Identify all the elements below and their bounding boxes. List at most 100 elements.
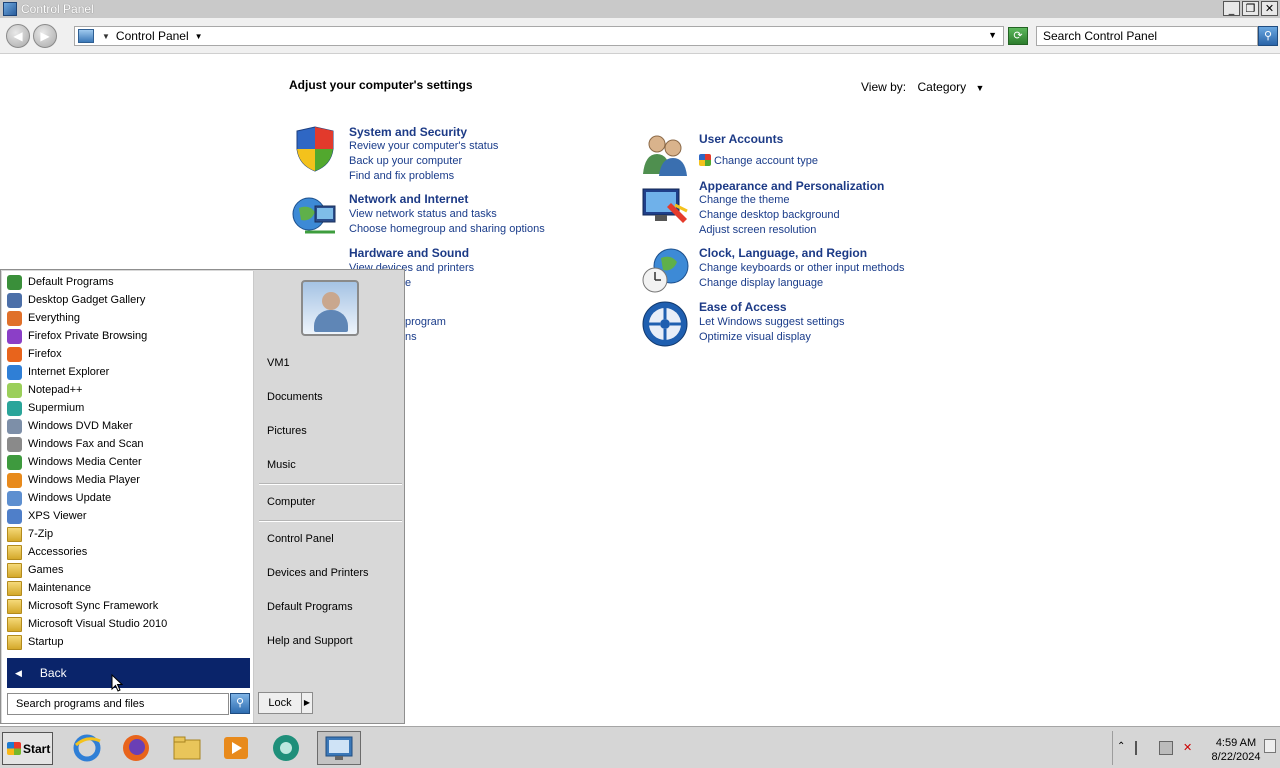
right-link-help-support[interactable]: Help and Support	[267, 635, 353, 647]
program-item[interactable]: Windows Media Player	[7, 471, 140, 489]
internet-explorer-icon[interactable]	[70, 731, 104, 765]
control-panel-icon[interactable]	[317, 731, 361, 765]
search-button[interactable]: ⚲	[1258, 26, 1278, 46]
program-item[interactable]: Windows DVD Maker	[7, 417, 133, 435]
category-link-label[interactable]: Change account type	[714, 155, 818, 167]
program-item[interactable]: Startup	[7, 633, 63, 651]
category-link[interactable]: Find and fix problems	[349, 170, 454, 182]
program-item[interactable]: Games	[7, 561, 63, 579]
category-link[interactable]: View network status and tasks	[349, 208, 497, 220]
category-title[interactable]: User Accounts	[699, 132, 783, 146]
program-item[interactable]: Firefox	[7, 345, 62, 363]
right-link-pictures[interactable]: Pictures	[267, 425, 307, 437]
program-item[interactable]: Windows Fax and Scan	[7, 435, 144, 453]
clock[interactable]: 4:59 AM 8/22/2024	[1209, 736, 1263, 764]
category-link[interactable]: Choose homegroup and sharing options	[349, 223, 545, 235]
hidden-link-fragment[interactable]: program	[405, 316, 446, 328]
program-item[interactable]: Everything	[7, 309, 80, 327]
program-item[interactable]: Default Programs	[7, 273, 114, 291]
category-link[interactable]: Change account type	[699, 154, 818, 167]
action-center-flag-icon[interactable]	[1135, 741, 1149, 755]
breadcrumb-arrow-icon[interactable]: ▼	[102, 32, 110, 41]
category-title[interactable]: Clock, Language, and Region	[699, 246, 867, 260]
view-by-select[interactable]: Category	[917, 80, 966, 94]
shutdown-options-arrow-icon[interactable]: ▶	[301, 692, 313, 714]
program-item[interactable]: Desktop Gadget Gallery	[7, 291, 145, 309]
address-history-dropdown[interactable]: ▼	[988, 30, 997, 40]
program-label: Microsoft Sync Framework	[28, 600, 159, 612]
show-hidden-icons-icon[interactable]: ⌃	[1117, 741, 1131, 755]
clock-date: 8/22/2024	[1211, 751, 1261, 763]
right-link-control-panel[interactable]: Control Panel	[267, 533, 334, 545]
search-programs-input[interactable]: Search programs and files	[7, 693, 229, 715]
program-item[interactable]: Windows Update	[7, 489, 111, 507]
window-title: Control Panel	[21, 2, 94, 16]
program-label: Internet Explorer	[28, 366, 110, 378]
firefox-icon[interactable]	[119, 731, 153, 765]
category-link[interactable]: Back up your computer	[349, 155, 462, 167]
network-icon[interactable]	[1159, 741, 1173, 755]
category-title[interactable]: Ease of Access	[699, 300, 787, 314]
hidden-link-fragment[interactable]: ns	[405, 331, 417, 343]
back-button[interactable]: ◀ Back	[7, 658, 250, 688]
hidden-link-fragment[interactable]: e	[405, 277, 411, 289]
program-icon	[7, 382, 22, 398]
category-title[interactable]: System and Security	[349, 125, 467, 139]
category-title[interactable]: Hardware and Sound	[349, 246, 469, 260]
category-link[interactable]: Change keyboards or other input methods	[699, 262, 904, 274]
category-link[interactable]: Change desktop background	[699, 209, 840, 221]
search-input[interactable]: Search Control Panel	[1036, 26, 1258, 46]
program-item[interactable]: Windows Media Center	[7, 453, 142, 471]
back-label: Back	[39, 666, 67, 680]
category-title[interactable]: Network and Internet	[349, 192, 468, 206]
file-explorer-icon[interactable]	[170, 731, 204, 765]
search-icon[interactable]: ⚲	[230, 693, 250, 714]
category-link[interactable]: Adjust screen resolution	[699, 224, 816, 236]
program-label: Default Programs	[28, 276, 114, 288]
program-item[interactable]: Internet Explorer	[7, 363, 109, 381]
avatar-head	[322, 292, 340, 310]
program-item[interactable]: Microsoft Visual Studio 2010	[7, 615, 167, 633]
right-link-devices-printers[interactable]: Devices and Printers	[267, 567, 369, 579]
category-link[interactable]: Review your computer's status	[349, 140, 498, 152]
category-link[interactable]: Change the theme	[699, 194, 790, 206]
category-title[interactable]: Appearance and Personalization	[699, 179, 884, 193]
program-item[interactable]: Notepad++	[7, 381, 82, 399]
address-bar[interactable]: ▼ Control Panel ▼ ▼	[74, 26, 1004, 46]
supermium-icon[interactable]	[269, 731, 303, 765]
program-icon	[7, 472, 22, 488]
monitor-paint-icon	[642, 188, 688, 223]
close-button[interactable]: ✕	[1261, 1, 1278, 16]
program-item[interactable]: Supermium	[7, 399, 84, 417]
chevron-down-icon[interactable]: ▼	[976, 83, 985, 93]
category-link[interactable]: Optimize visual display	[699, 331, 811, 343]
program-item[interactable]: Microsoft Sync Framework	[7, 597, 158, 615]
category-link[interactable]: Let Windows suggest settings	[699, 316, 845, 328]
refresh-button[interactable]: ⟳	[1008, 27, 1028, 45]
restore-button[interactable]: ❐	[1242, 1, 1259, 16]
show-desktop-button[interactable]	[1264, 739, 1276, 753]
category-system-security: System and Security Review your computer…	[291, 125, 591, 185]
breadcrumb-control-panel[interactable]: Control Panel	[116, 29, 189, 43]
program-item[interactable]: Maintenance	[7, 579, 91, 597]
start-button[interactable]: Start	[2, 732, 53, 765]
clock-time: 4:59 AM	[1215, 737, 1257, 749]
right-link-default-programs[interactable]: Default Programs	[267, 601, 353, 613]
right-link-documents[interactable]: Documents	[267, 391, 323, 403]
user-avatar[interactable]	[301, 280, 359, 336]
category-link[interactable]: Change display language	[699, 277, 823, 289]
media-player-icon[interactable]	[219, 731, 253, 765]
program-item[interactable]: 7-Zip	[7, 525, 53, 543]
right-link-music[interactable]: Music	[267, 459, 296, 471]
right-link-computer[interactable]: Computer	[267, 496, 315, 508]
program-item[interactable]: Accessories	[7, 543, 87, 561]
lock-button[interactable]: Lock	[258, 692, 302, 714]
right-link-user[interactable]: VM1	[267, 357, 290, 369]
forward-button[interactable]: ▶	[33, 24, 57, 48]
program-item[interactable]: Firefox Private Browsing	[7, 327, 147, 345]
back-button[interactable]: ◀	[6, 24, 30, 48]
minimize-button[interactable]: _	[1223, 1, 1240, 16]
chevron-down-icon[interactable]: ▼	[195, 32, 203, 41]
program-item[interactable]: XPS Viewer	[7, 507, 87, 525]
volume-muted-icon[interactable]: ✕	[1183, 741, 1197, 755]
